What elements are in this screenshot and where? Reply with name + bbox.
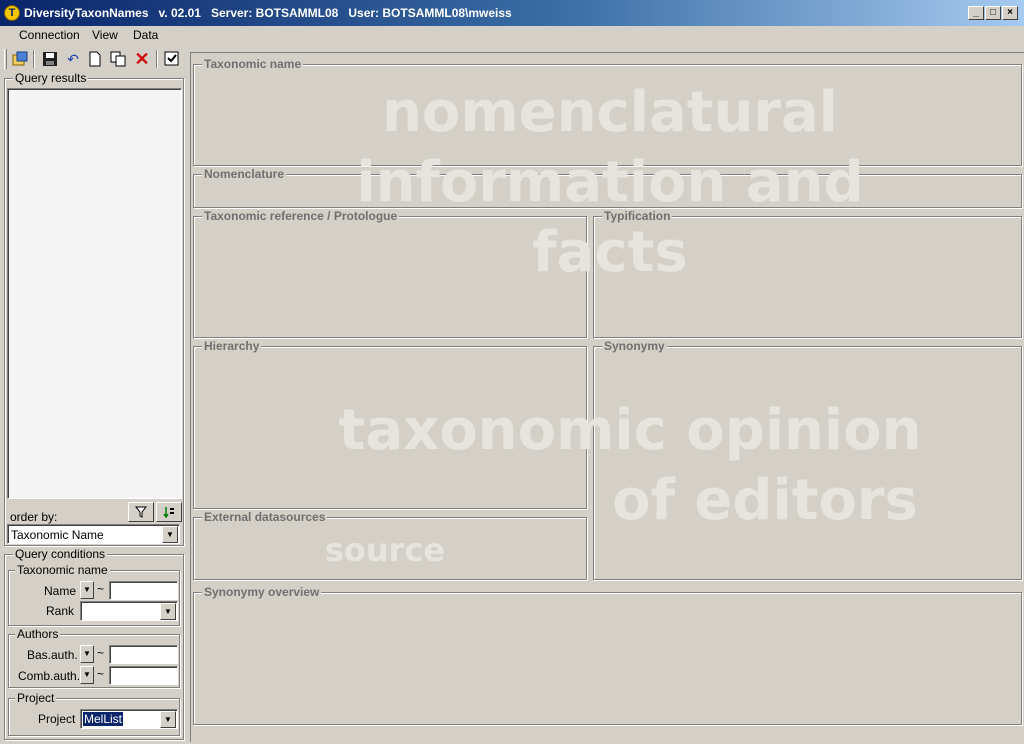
query-conditions-title: Query conditions bbox=[13, 547, 108, 561]
nomenclature-section-title: Nomenclature bbox=[202, 167, 287, 181]
project-select[interactable]: MelList ▼ bbox=[80, 709, 178, 729]
watermark-nomenclatural-line-2: information and bbox=[356, 150, 864, 215]
comb-auth-label: Comb.auth. bbox=[18, 669, 81, 683]
synonymy-overview-section: Synonymy overview bbox=[193, 585, 1022, 725]
bas-auth-operator: ~ bbox=[97, 646, 105, 660]
name-operator: ~ bbox=[97, 582, 105, 596]
synonymy-section-title: Synonymy bbox=[602, 339, 667, 353]
filter-icon[interactable] bbox=[128, 502, 154, 522]
bas-auth-input[interactable] bbox=[109, 645, 178, 664]
checkbox-icon[interactable] bbox=[163, 50, 181, 68]
project-value: MelList bbox=[83, 712, 124, 726]
synonymy-overview-section-title: Synonymy overview bbox=[202, 585, 322, 599]
comb-auth-operator: ~ bbox=[97, 667, 105, 681]
new-document-icon[interactable] bbox=[86, 50, 104, 68]
toolbar-grip[interactable] bbox=[4, 49, 7, 69]
watermark-opinion-line-2: of editors bbox=[612, 468, 918, 533]
window-title: DiversityTaxonNames v. 02.01 Server: BOT… bbox=[24, 6, 512, 20]
watermark-nomenclatural-line-3: facts bbox=[532, 220, 688, 285]
menu-connection[interactable]: Connection bbox=[19, 28, 80, 42]
name-input[interactable] bbox=[109, 581, 178, 600]
hierarchy-section-title: Hierarchy bbox=[202, 339, 262, 353]
menu-data[interactable]: Data bbox=[133, 28, 158, 42]
watermark-nomenclatural-line-1: nomenclatural bbox=[382, 80, 838, 145]
copy-icon[interactable] bbox=[109, 50, 127, 68]
delete-icon[interactable]: ✕ bbox=[133, 50, 151, 68]
maximize-icon[interactable]: □ bbox=[985, 6, 1001, 20]
toolbar-separator bbox=[156, 50, 158, 68]
close-icon[interactable]: × bbox=[1002, 6, 1018, 20]
undo-icon[interactable]: ↶ bbox=[64, 50, 82, 68]
order-by-value: Taxonomic Name bbox=[11, 528, 104, 542]
sort-icon[interactable] bbox=[156, 502, 182, 522]
watermark-source: source bbox=[324, 531, 446, 569]
chevron-down-icon[interactable]: ▼ bbox=[160, 603, 176, 620]
query-results-list[interactable] bbox=[7, 88, 182, 499]
bas-auth-label: Bas.auth. bbox=[27, 648, 78, 662]
rank-label: Rank bbox=[46, 604, 75, 618]
toolbar-separator bbox=[33, 50, 35, 68]
menu-view[interactable]: View bbox=[92, 28, 118, 42]
rank-select[interactable]: ▼ bbox=[80, 601, 178, 621]
authors-condition-title: Authors bbox=[15, 627, 61, 641]
title-bar: T DiversityTaxonNames v. 02.01 Server: B… bbox=[0, 0, 1024, 26]
query-results-title: Query results bbox=[13, 71, 89, 85]
project-condition-title: Project bbox=[15, 691, 57, 705]
open-database-icon[interactable] bbox=[11, 50, 29, 68]
app-icon: T bbox=[4, 5, 20, 21]
name-label: Name bbox=[44, 584, 77, 598]
bas-auth-operator-dropdown[interactable]: ▼ bbox=[80, 645, 94, 663]
chevron-down-icon[interactable]: ▼ bbox=[160, 711, 176, 728]
order-by-select[interactable]: Taxonomic Name ▼ bbox=[7, 524, 180, 544]
watermark-opinion-line-1: taxonomic opinion bbox=[338, 398, 922, 463]
external-datasources-section-title: External datasources bbox=[202, 510, 328, 524]
order-by-label: order by: bbox=[10, 510, 58, 524]
minimize-icon[interactable]: _ bbox=[968, 6, 984, 20]
taxonomic-name-section-title: Taxonomic name bbox=[202, 57, 304, 71]
project-label: Project bbox=[38, 712, 76, 726]
comb-auth-input[interactable] bbox=[109, 666, 178, 685]
comb-auth-operator-dropdown[interactable]: ▼ bbox=[80, 666, 94, 684]
name-operator-dropdown[interactable]: ▼ bbox=[80, 581, 94, 599]
chevron-down-icon[interactable]: ▼ bbox=[162, 526, 178, 543]
save-icon[interactable] bbox=[41, 50, 59, 68]
taxonomic-name-condition-title: Taxonomic name bbox=[15, 563, 110, 577]
